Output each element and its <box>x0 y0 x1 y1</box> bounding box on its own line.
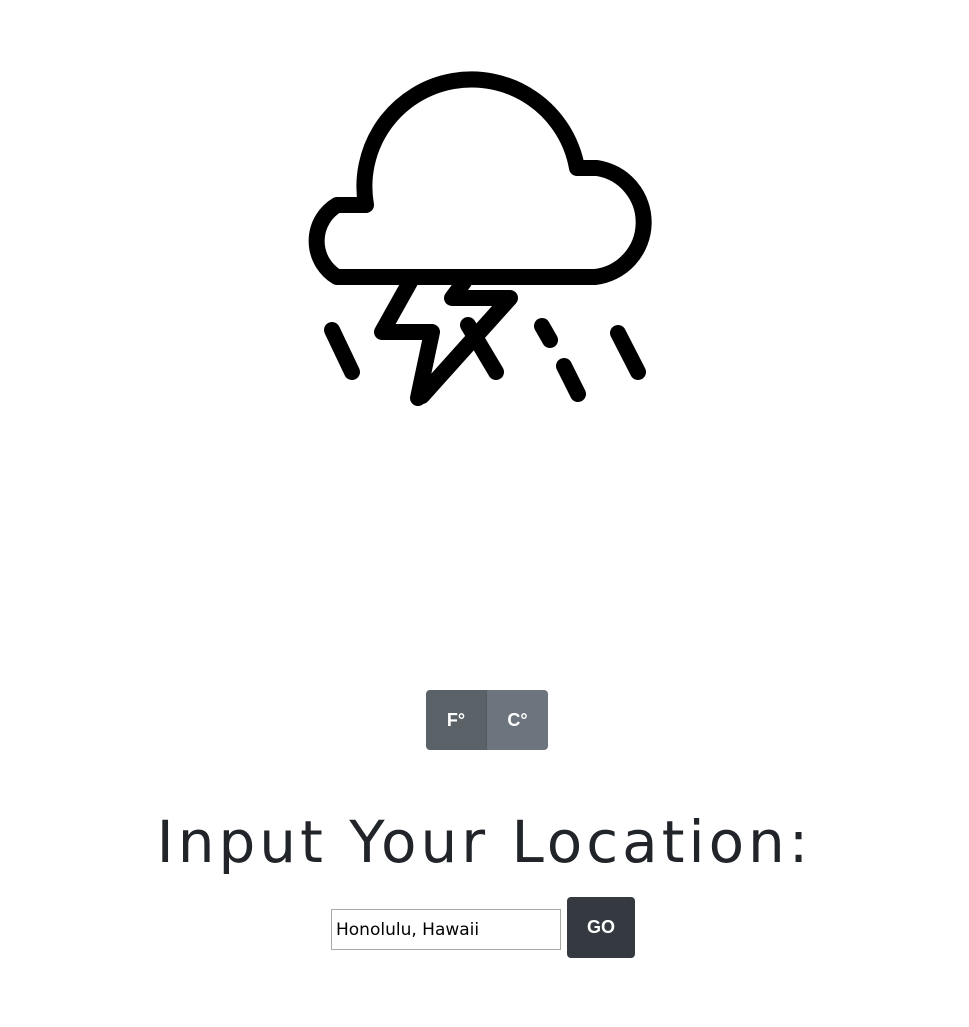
temperature-unit-toggle: F° C° <box>426 690 548 750</box>
location-form: GO <box>331 897 635 958</box>
location-heading: Input Your Location: <box>156 808 813 876</box>
fahrenheit-button[interactable]: F° <box>426 690 486 750</box>
go-button[interactable]: GO <box>567 897 635 958</box>
location-input[interactable] <box>331 909 561 950</box>
thunderstorm-rain-icon <box>308 71 652 406</box>
weather-icon-container <box>270 60 670 420</box>
celsius-button[interactable]: C° <box>486 690 548 750</box>
